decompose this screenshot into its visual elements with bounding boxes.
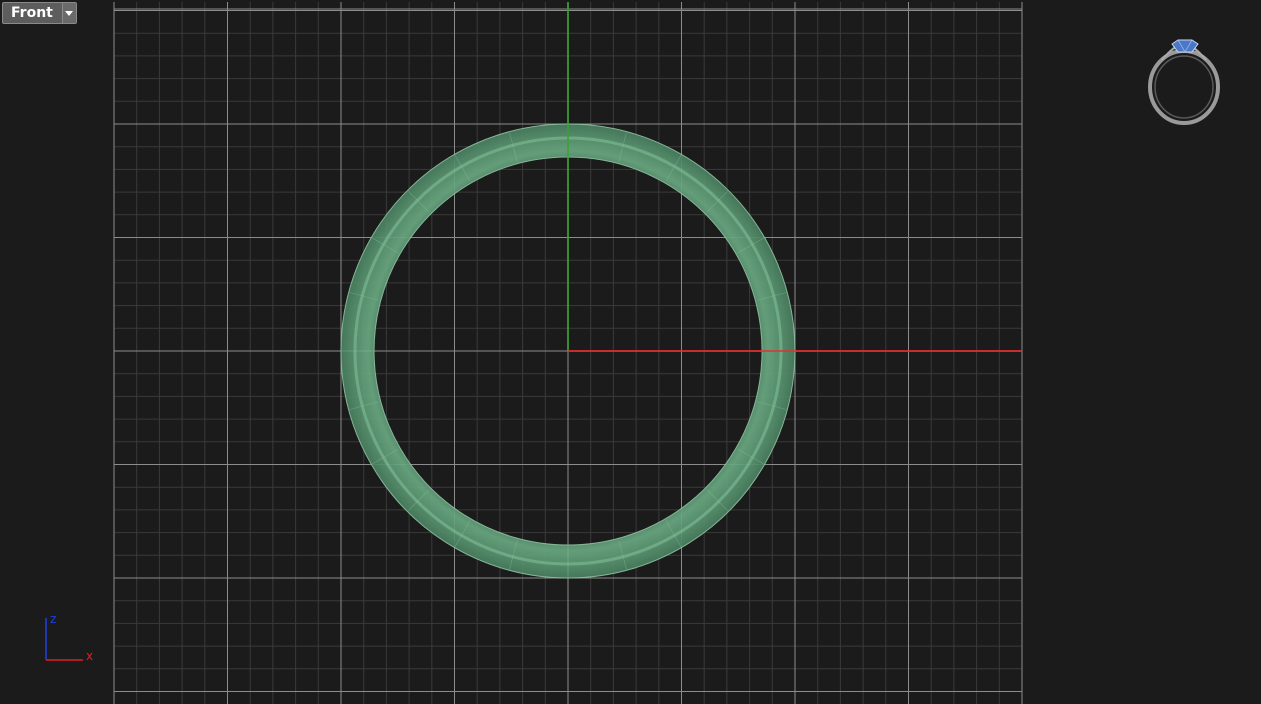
preview-band-outer — [1148, 49, 1220, 125]
chevron-down-icon[interactable] — [62, 3, 76, 23]
preview-band-inner — [1154, 55, 1214, 119]
axes-widget-z-label: z — [50, 612, 56, 626]
axes-widget-x-label: x — [86, 649, 93, 663]
view-name-dropdown[interactable]: Front — [2, 2, 77, 24]
viewport-scene[interactable]: z x — [0, 0, 1261, 704]
view-name-label[interactable]: Front — [3, 3, 63, 23]
axes-widget: z x — [45, 612, 93, 663]
ring-preview-icon[interactable] — [1148, 39, 1220, 125]
front-viewport[interactable]: z x Front — [0, 0, 1261, 704]
